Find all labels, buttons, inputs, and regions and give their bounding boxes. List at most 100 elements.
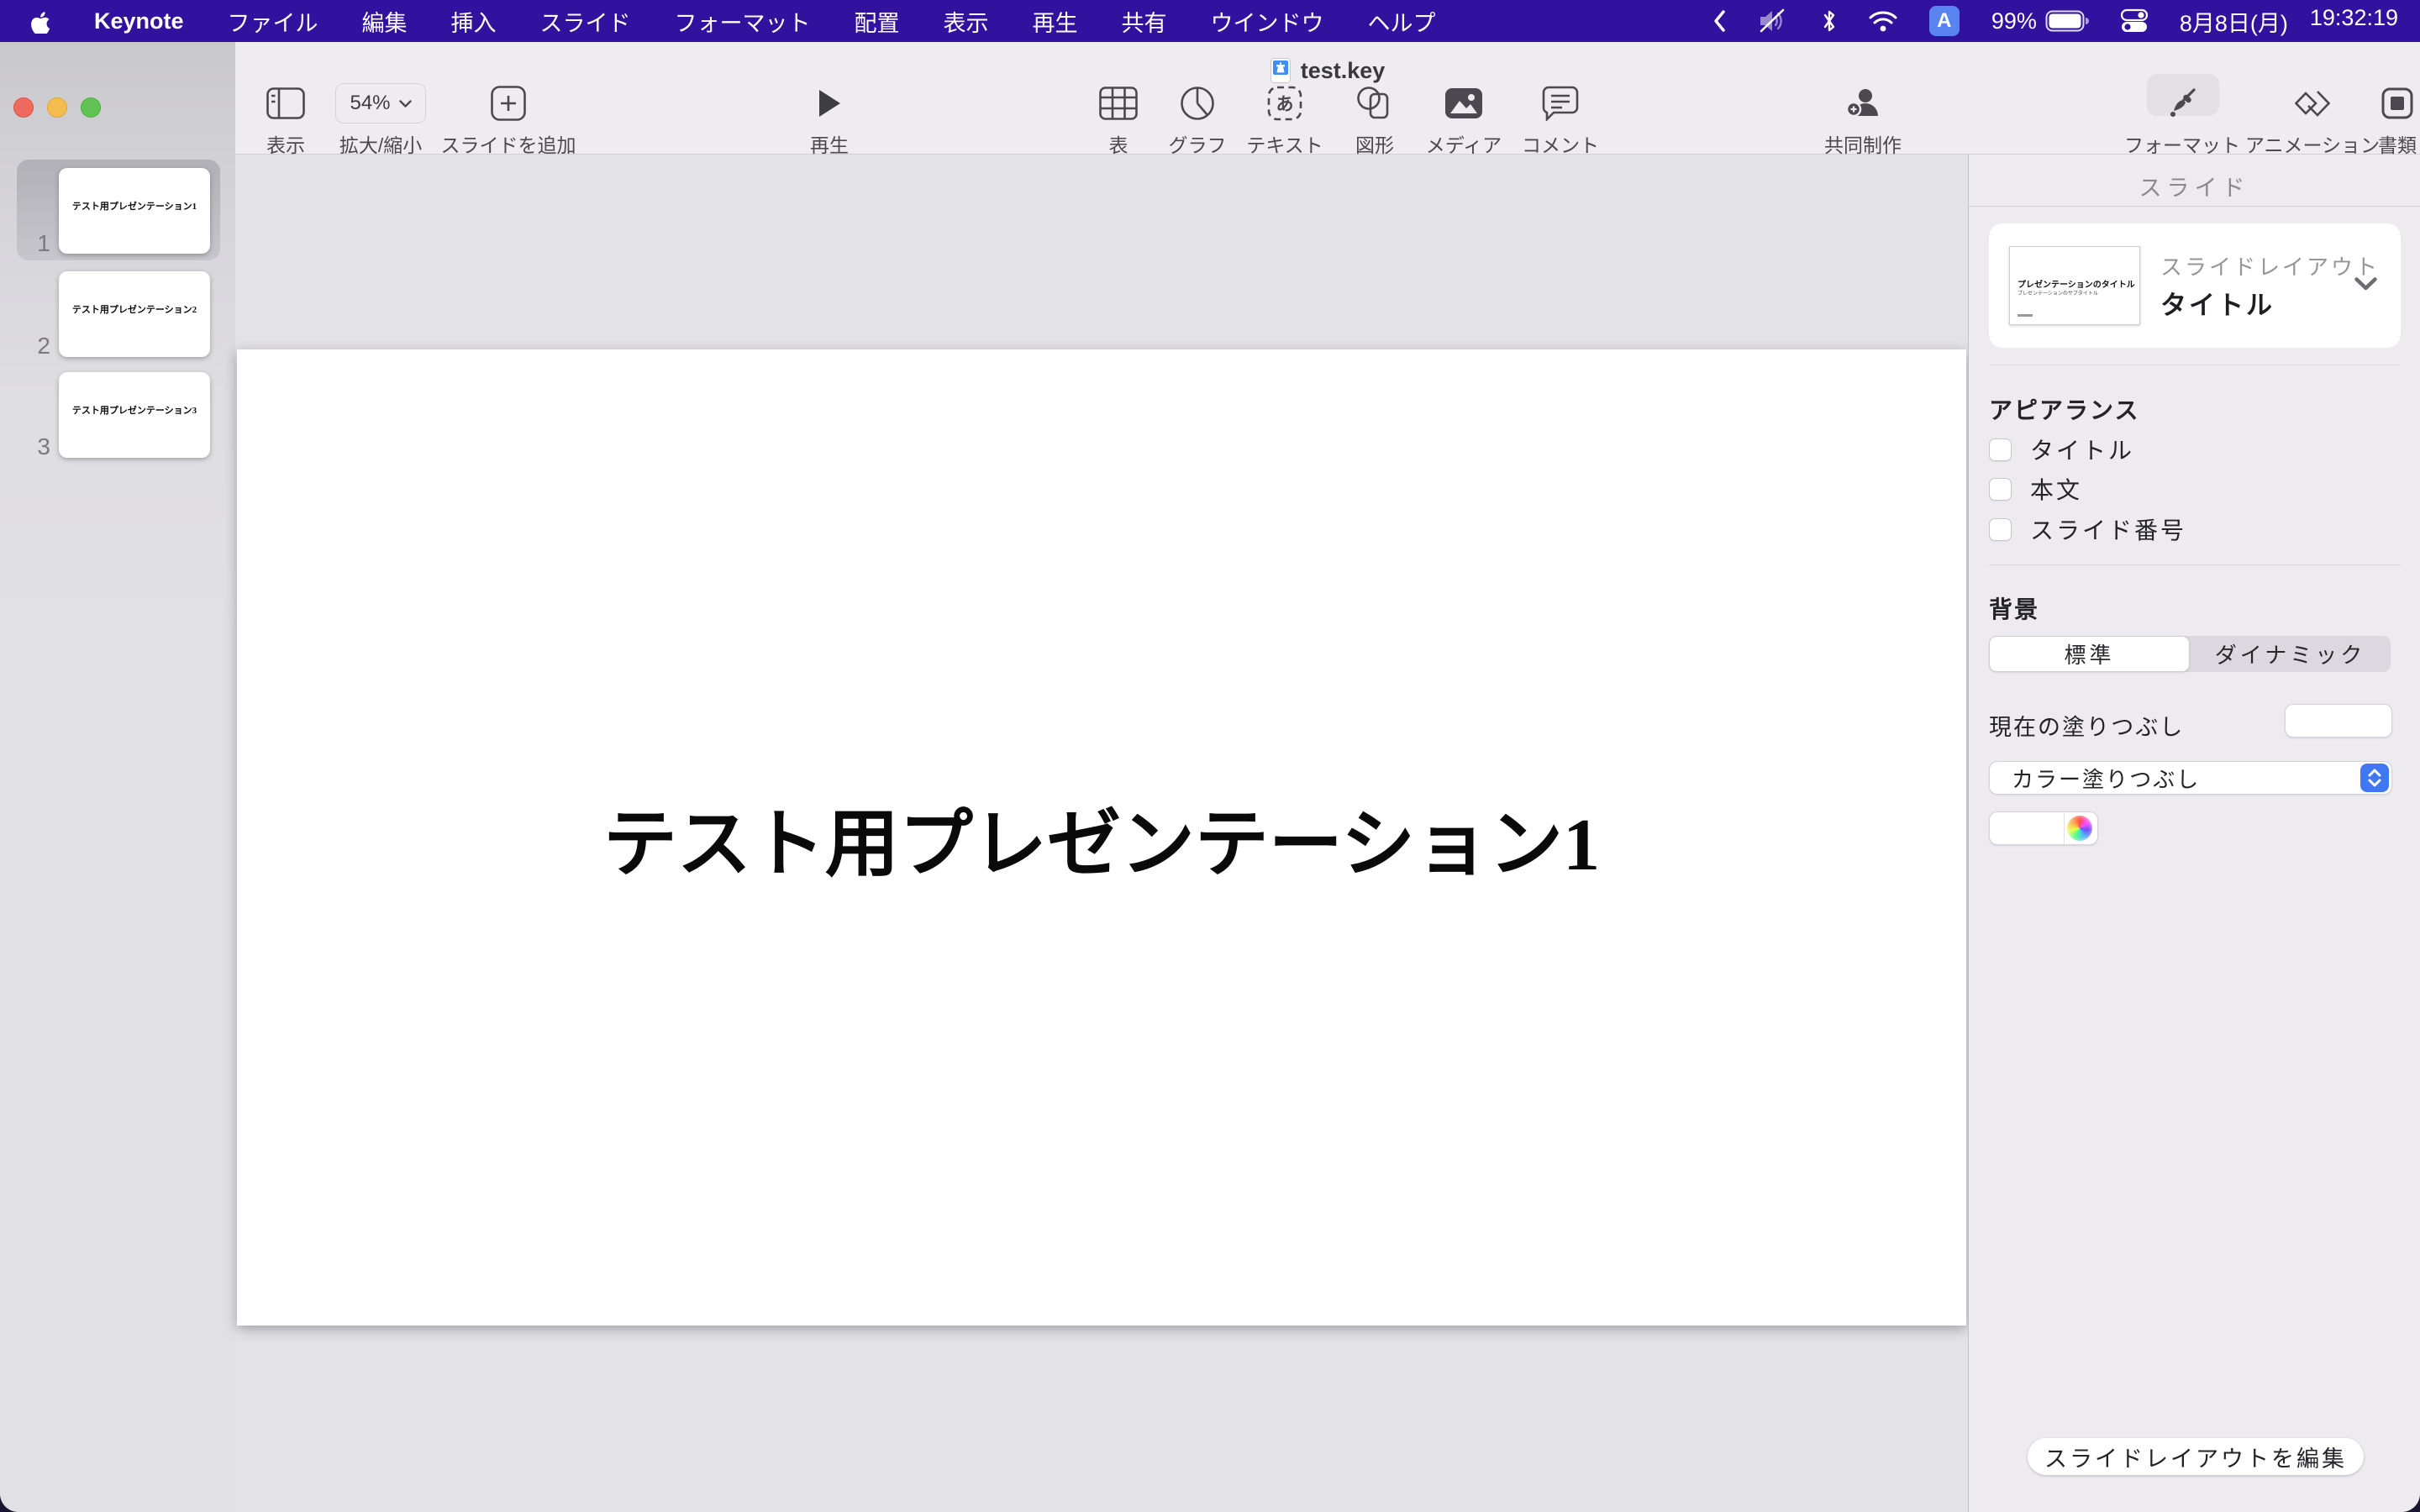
chevron-left-icon[interactable] xyxy=(1712,8,1726,34)
animate-label: アニメーション xyxy=(2245,129,2380,158)
zoom-dropdown[interactable]: 54% xyxy=(335,83,425,123)
keynote-window: テスト用プレゼンテーション1 1 テスト用プレゼンテーション2 2 テスト用プレ… xyxy=(0,42,2420,1512)
comment-button[interactable]: コメント xyxy=(1518,79,1602,158)
divider xyxy=(1989,564,2401,565)
animate-button[interactable]: アニメーション xyxy=(2245,79,2380,158)
media-label: メディア xyxy=(1426,129,1502,158)
minimize-button[interactable] xyxy=(47,97,67,118)
fullscreen-button[interactable] xyxy=(81,97,101,118)
slide-layout-card[interactable]: プレゼンテーションのタイトル プレゼンテーションのサブタイトル スライドレイアウ… xyxy=(1989,223,2401,348)
view-sidebar-icon xyxy=(266,87,305,119)
view-label: 表示 xyxy=(266,129,305,158)
play-button[interactable]: 再生 xyxy=(800,79,859,158)
chevron-down-icon[interactable] xyxy=(2354,277,2377,291)
menu-item-slide[interactable]: スライド xyxy=(540,5,631,38)
chart-button[interactable]: グラフ xyxy=(1155,79,1239,158)
slide-thumbnail-title: テスト用プレゼンテーション3 xyxy=(59,403,210,417)
document-button[interactable]: 書類 xyxy=(2375,79,2420,158)
text-button[interactable]: あ テキスト xyxy=(1243,79,1327,158)
collaborate-icon xyxy=(1844,86,1881,121)
edit-slide-layout-button[interactable]: スライドレイアウトを編集 xyxy=(2028,1438,2364,1475)
menu-item-insert[interactable]: 挿入 xyxy=(451,5,497,38)
add-slide-icon xyxy=(491,86,526,121)
menu-item-edit[interactable]: 編集 xyxy=(362,5,408,38)
slide-thumbnail-1[interactable]: テスト用プレゼンテーション1 xyxy=(59,168,210,254)
format-label: フォーマット xyxy=(2124,129,2240,158)
appearance-option-body[interactable]: 本文 xyxy=(1989,476,2082,501)
menu-clock[interactable]: 8月8日(月) 19:32:19 xyxy=(2180,5,2398,38)
format-button[interactable]: フォーマット xyxy=(2128,79,2237,158)
slide-thumbnail-title: テスト用プレゼンテーション2 xyxy=(59,302,210,316)
chart-label: グラフ xyxy=(1169,129,1227,158)
format-inspector: スライド プレゼンテーションのタイトル プレゼンテーションのサブタイトル スライ… xyxy=(1968,155,2420,1512)
appearance-heading: アピアランス xyxy=(1989,392,2139,426)
chevron-down-icon xyxy=(399,100,412,108)
view-button[interactable]: 表示 xyxy=(255,79,316,158)
shapes-icon xyxy=(1355,86,1394,121)
menu-item-view[interactable]: 表示 xyxy=(944,5,989,38)
slide-title-text[interactable]: テスト用プレゼンテーション1 xyxy=(603,785,1600,891)
table-button[interactable]: 表 xyxy=(1089,79,1148,158)
title-checkbox[interactable] xyxy=(1989,438,2012,461)
apple-menu[interactable] xyxy=(29,8,50,34)
svg-text:あ: あ xyxy=(1276,95,1294,114)
play-label: 再生 xyxy=(810,129,849,158)
checkbox-label: 本文 xyxy=(2030,472,2082,506)
slide-canvas[interactable]: テスト用プレゼンテーション1 xyxy=(237,349,1966,1326)
checkbox-label: タイトル xyxy=(2030,433,2134,466)
slide-navigator: テスト用プレゼンテーション1 1 テスト用プレゼンテーション2 2 テスト用プレ… xyxy=(0,42,237,1512)
menu-time: 19:32:19 xyxy=(2310,5,2398,38)
menu-item-file[interactable]: ファイル xyxy=(228,5,318,38)
input-source-icon[interactable]: A xyxy=(1929,6,1960,36)
sound-muted-icon[interactable] xyxy=(1758,8,1790,34)
format-brush-icon xyxy=(2165,87,2199,120)
slide-thumbnail-3[interactable]: テスト用プレゼンテーション3 xyxy=(59,372,210,458)
slide-layout-label: スライドレイアウト xyxy=(2160,250,2380,281)
tab-standard[interactable]: 標準 xyxy=(1989,636,2190,672)
divider xyxy=(1969,206,2420,207)
slide-number-3: 3 xyxy=(15,433,50,460)
menu-app-name[interactable]: Keynote xyxy=(94,8,184,34)
menu-date: 8月8日(月) xyxy=(2180,5,2288,38)
battery-icon xyxy=(2045,10,2089,32)
menu-item-format[interactable]: フォーマット xyxy=(675,5,811,38)
add-slide-label: スライドを追加 xyxy=(441,129,576,158)
color-well[interactable] xyxy=(1989,811,2098,845)
close-button[interactable] xyxy=(13,97,34,118)
slide-number-2: 2 xyxy=(15,333,50,360)
table-icon xyxy=(1099,87,1138,120)
menu-item-arrange[interactable]: 配置 xyxy=(855,5,900,38)
color-wheel-icon[interactable] xyxy=(2067,816,2092,841)
bluetooth-icon[interactable] xyxy=(1822,8,1837,34)
menu-item-window[interactable]: ウインドウ xyxy=(1211,5,1324,38)
zoom-control[interactable]: 54% 拡大/縮小 xyxy=(341,79,420,158)
document-label: 書類 xyxy=(2378,129,2417,158)
shape-label: 図形 xyxy=(1355,129,1394,158)
inspector-header: スライド xyxy=(1969,170,2420,202)
media-icon xyxy=(1444,87,1483,119)
slide-thumbnail-2[interactable]: テスト用プレゼンテーション2 xyxy=(59,271,210,357)
wifi-icon[interactable] xyxy=(1869,9,1897,33)
menu-item-help[interactable]: ヘルプ xyxy=(1368,5,1436,38)
background-heading: 背景 xyxy=(1989,591,2039,625)
slide-number-checkbox[interactable] xyxy=(1989,518,2012,541)
shape-button[interactable]: 図形 xyxy=(1345,79,1404,158)
collaborate-button[interactable]: 共同制作 xyxy=(1808,79,1918,158)
menu-item-play[interactable]: 再生 xyxy=(1033,5,1078,38)
menu-item-share[interactable]: 共有 xyxy=(1122,5,1167,38)
stepper-icon xyxy=(2360,764,2389,792)
fill-type-dropdown[interactable]: カラー塗りつぶし xyxy=(1989,761,2392,795)
layout-thumb-subtitle: プレゼンテーションのサブタイトル xyxy=(2018,289,2098,297)
tab-dynamic[interactable]: ダイナミック xyxy=(2190,636,2391,672)
body-checkbox[interactable] xyxy=(1989,478,2012,501)
media-button[interactable]: メディア xyxy=(1422,79,1506,158)
battery-status[interactable]: 99% xyxy=(1991,8,2089,34)
appearance-option-slide-number[interactable]: スライド番号 xyxy=(1989,517,2186,542)
comment-icon xyxy=(1542,86,1579,121)
menu-bar: Keynote ファイル 編集 挿入 スライド フォーマット 配置 表示 再生 … xyxy=(0,0,2420,42)
current-fill-swatch[interactable] xyxy=(2285,704,2392,738)
control-center-icon[interactable] xyxy=(2121,8,2148,34)
zoom-value: 54% xyxy=(350,92,390,115)
appearance-option-title[interactable]: タイトル xyxy=(1989,437,2134,462)
add-slide-button[interactable]: スライドを追加 xyxy=(437,79,580,158)
